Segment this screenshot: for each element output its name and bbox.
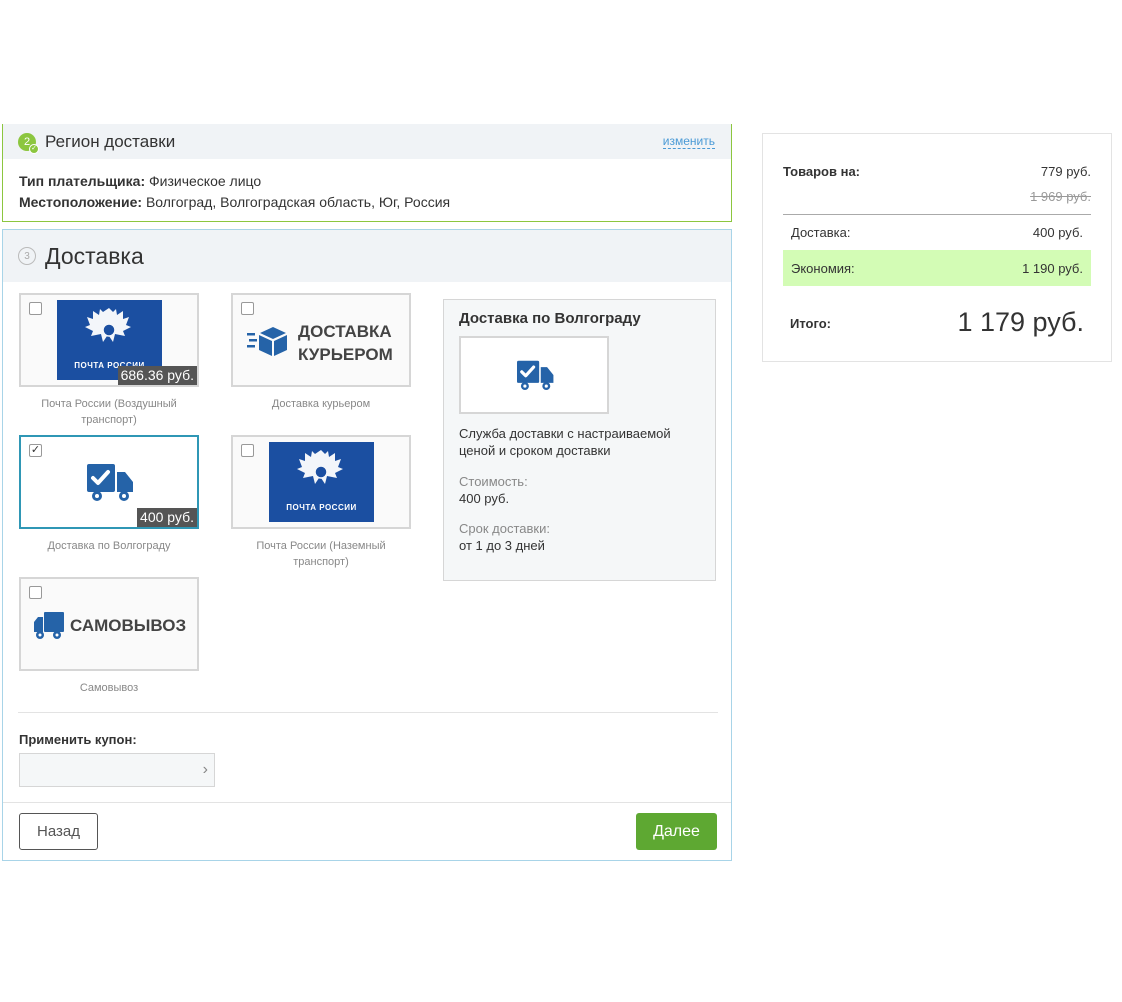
coupon-field: › [19, 753, 215, 787]
delivery-cost-value: 400 руб. [459, 491, 510, 506]
summary-goods-label: Товаров на: [783, 164, 861, 179]
delivery-option-caption: Самовывоз [79, 682, 139, 694]
truck-icon [34, 612, 64, 639]
location-value: Волгоград, Волгоградская область, Юг, Ро… [145, 194, 451, 210]
summary-separator [783, 214, 1091, 215]
price-tag: 400 руб. [137, 508, 197, 527]
summary-goods-row: Товаров на: 779 руб. [783, 164, 1091, 179]
delivery-option-pickup[interactable]: САМОВЫВОЗ [19, 577, 199, 671]
eagle-emblem-icon [85, 308, 131, 342]
courier-logo-line1: ДОСТАВКА [298, 322, 392, 341]
delivery-title: Доставка [45, 242, 144, 269]
delivery-option-caption: Доставка по Волгограду [47, 540, 171, 552]
coupon-input[interactable] [20, 754, 190, 786]
delivery-cost-label: Стоимость: [459, 474, 528, 489]
delivery-option-caption: Почта России (Наземный транспорт) [256, 540, 386, 568]
summary-total-value: 1 179 руб. [957, 307, 1084, 337]
delivery-option-checkbox[interactable]: ✓ [29, 444, 42, 457]
delivery-option-caption: Почта России (Воздушный транспорт) [41, 398, 177, 426]
delivery-info-image [459, 336, 609, 414]
order-summary: Товаров на: 779 руб. 1 969 руб. Доставка… [762, 133, 1112, 362]
delivery-header: 3 Доставка [3, 230, 731, 282]
truck-check-icon [87, 464, 133, 501]
price-tag: 686.36 руб. [117, 366, 197, 385]
region-details: Тип плательщика: Физическое лицо Местопо… [3, 159, 731, 213]
check-icon: ✓ [29, 143, 39, 154]
chevron-right-icon[interactable]: › [203, 761, 208, 779]
truck-check-icon [517, 360, 554, 391]
coupon-label: Применить купон: [19, 732, 137, 747]
pochta-logo: ПОЧТА РОССИИ [269, 442, 374, 522]
delivery-option-checkbox[interactable] [29, 302, 42, 315]
delivery-option-pochta-ground[interactable]: ПОЧТА РОССИИ [231, 435, 411, 529]
summary-total-label: Итого: [790, 316, 831, 331]
delivery-info-title: Доставка по Волгограду [459, 310, 641, 327]
delivery-option-checkbox[interactable] [241, 302, 254, 315]
eagle-emblem-icon [297, 450, 343, 484]
summary-economy-value: 1 190 руб. [1022, 260, 1083, 276]
change-region-link[interactable]: изменить [662, 134, 715, 149]
courier-logo-text: ДОСТАВКА КУРЬЕРОМ [298, 320, 393, 366]
summary-delivery-label: Доставка: [791, 225, 851, 240]
divider [18, 712, 718, 713]
pochta-logo-text: ПОЧТА РОССИИ [286, 503, 357, 512]
back-button[interactable]: Назад [19, 813, 98, 850]
summary-economy-label: Экономия: [791, 260, 855, 276]
delivery-option-courier[interactable]: ДОСТАВКА КУРЬЕРОМ [231, 293, 411, 387]
delivery-term-label: Срок доставки: [459, 521, 550, 536]
delivery-term-value: от 1 до 3 дней [459, 538, 545, 553]
payer-type-row: Тип плательщика: Физическое лицо [19, 171, 715, 192]
summary-delivery-value: 400 руб. [1032, 225, 1083, 240]
delivery-option-volgograd[interactable]: ✓ 400 руб. [19, 435, 199, 529]
summary-goods-old-row: 1 969 руб. [783, 189, 1091, 204]
summary-delivery-row: Доставка: 400 руб. [783, 225, 1091, 240]
divider [3, 802, 731, 803]
delivery-option-caption: Доставка курьером [271, 398, 371, 410]
location-row: Местоположение: Волгоград, Волгоградская… [19, 192, 715, 213]
delivery-option-checkbox[interactable] [241, 444, 254, 457]
payer-type-label: Тип плательщика: [19, 173, 146, 189]
box-icon [247, 327, 287, 356]
step-number-badge: 3 [18, 247, 36, 265]
courier-logo-line2: КУРЬЕРОМ [298, 345, 393, 364]
step-number-badge: 2 ✓ [18, 132, 39, 154]
summary-goods-value: 779 руб. [1040, 164, 1091, 179]
delivery-option-checkbox[interactable] [29, 586, 42, 599]
pickup-logo-text: САМОВЫВОЗ [70, 616, 187, 635]
delivery-info-description: Служба доставки с настраиваемой ценой и … [459, 426, 671, 458]
location-label: Местоположение: [19, 194, 143, 210]
delivery-info-panel: Доставка по Волгограду Служба доставки с… [443, 299, 716, 581]
region-header: 2 ✓ Регион доставки изменить [3, 124, 731, 159]
delivery-option-pochta-air[interactable]: ПОЧТА РОССИИ 686.36 руб. [19, 293, 199, 387]
region-title: Регион доставки [45, 131, 176, 151]
payer-type-value: Физическое лицо [149, 173, 262, 189]
next-button[interactable]: Далее [636, 813, 717, 850]
summary-economy-row: Экономия: 1 190 руб. [783, 250, 1091, 286]
delivery-section: 3 Доставка ПОЧТА РОССИИ 686.36 руб. Почт… [2, 229, 732, 861]
region-section: 2 ✓ Регион доставки изменить Тип платель… [2, 124, 732, 222]
summary-goods-old-value: 1 969 руб. [1030, 189, 1091, 204]
